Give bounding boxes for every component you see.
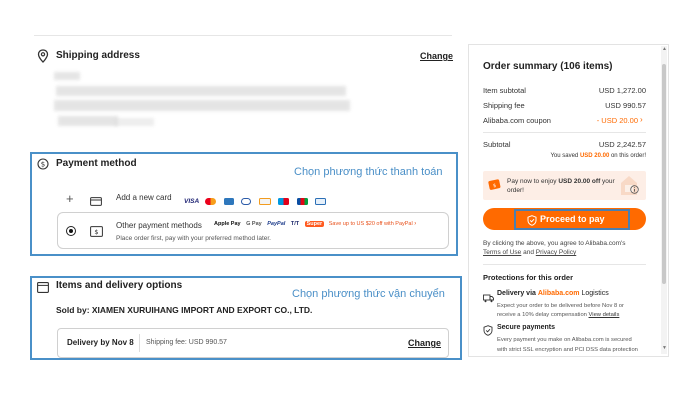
- tt-logo: T/T: [290, 221, 300, 227]
- delivery-desc-2: receive a 10% delay compensation: [497, 312, 587, 318]
- unionpay-icon: [315, 198, 327, 206]
- and-text: and: [523, 249, 534, 256]
- jcb-icon: [296, 198, 308, 206]
- radio-selected[interactable]: [66, 226, 76, 236]
- secure-desc-2: with strict SSL encryption and PCI DSS d…: [497, 347, 638, 353]
- other-payment-desc: Place order first, pay with your preferr…: [116, 235, 271, 242]
- shield-check-icon: [527, 213, 537, 226]
- logistics-label: Logistics: [581, 290, 609, 297]
- pay-now-prefix: Pay now to enjoy: [507, 178, 557, 185]
- visa-logo: VISA: [184, 198, 200, 206]
- coupon-chevron-icon[interactable]: ›: [640, 115, 643, 124]
- coupon-ticket-icon: $: [488, 178, 502, 192]
- secure-payments-title: Secure payments: [497, 324, 555, 331]
- agree-links: Terms of Use and Privacy Policy: [483, 249, 576, 256]
- saved-suffix: on this order!: [610, 153, 646, 159]
- pay-now-amount: USD 20.00 off: [558, 178, 601, 185]
- dollar-circle-icon: $: [37, 157, 49, 170]
- amex-icon: [223, 198, 234, 206]
- box-icon: [37, 280, 49, 293]
- truck-icon: [483, 290, 494, 303]
- items-annotation-text: Chọn phương thức vận chuyển: [292, 288, 445, 300]
- svg-text:$: $: [94, 228, 98, 236]
- items-title: Items and delivery options: [56, 280, 183, 291]
- delivery-desc-1: Expect your order to be delivered before…: [497, 303, 624, 309]
- delivery-desc-2-line: receive a 10% delay compensation View de…: [497, 312, 619, 318]
- delivery-via-label: Delivery via: [497, 290, 536, 297]
- secure-desc-1: Every payment you make on Alibaba.com is…: [497, 337, 632, 343]
- payment-method-title: Payment method: [56, 158, 137, 169]
- item-subtotal-label: Item subtotal: [483, 86, 526, 95]
- card-icon: [90, 193, 102, 206]
- protections-title: Protections for this order: [483, 273, 574, 282]
- delivery-via-line: Delivery via Alibaba.com Logistics: [497, 290, 609, 297]
- shipping-fee-value: USD 990.57: [605, 101, 646, 110]
- top-divider: [34, 35, 452, 36]
- super-badge: Super: [304, 221, 325, 227]
- payment-annotation-text: Chọn phương thức thanh toán: [294, 166, 443, 178]
- apple-pay-logo: Apple Pay: [214, 221, 241, 227]
- scroll-up-icon[interactable]: ▲: [662, 46, 667, 52]
- paypal-logo: PayPal: [267, 221, 286, 227]
- summary-divider: [483, 132, 646, 133]
- scrollbar-thumb[interactable]: [662, 64, 666, 284]
- delivery-divider: [139, 334, 140, 352]
- info-icon[interactable]: [630, 181, 639, 194]
- blurred-address: [54, 72, 354, 134]
- view-details-link[interactable]: View details: [589, 312, 620, 318]
- other-payment-logos: Apple Pay G Pay PayPal T/T Super Save up…: [214, 221, 416, 227]
- cash-icon: $: [90, 224, 103, 237]
- plus-icon[interactable]: +: [66, 191, 74, 206]
- secure-shield-icon: [483, 323, 493, 336]
- card-logos: VISA: [184, 193, 329, 206]
- saved-line: You saved USD 20.00 on this order!: [483, 153, 646, 159]
- chevron-right-icon: ›: [414, 221, 417, 227]
- proceed-to-pay-label: Proceed to pay: [540, 214, 605, 224]
- terms-link[interactable]: Terms of Use: [483, 249, 521, 256]
- location-pin-icon: [37, 49, 49, 63]
- saved-prefix: You saved: [550, 153, 579, 159]
- add-card-label[interactable]: Add a new card: [116, 193, 172, 202]
- delivery-date: Delivery by Nov 8: [67, 338, 134, 347]
- subtotal-label: Subtotal: [483, 140, 511, 149]
- alibaba-logistics-brand: Alibaba.com: [537, 290, 580, 297]
- item-subtotal-value: USD 1,272.00: [598, 86, 646, 95]
- maestro-icon: [278, 198, 290, 206]
- coupon-label: Alibaba.com coupon: [483, 116, 551, 125]
- agree-text: By clicking the above, you agree to Alib…: [483, 240, 626, 247]
- delivery-shipping-fee: Shipping fee: USD 990.57: [146, 339, 227, 346]
- subtotal-value: USD 2,242.57: [598, 140, 646, 149]
- delivery-change-link[interactable]: Change: [408, 338, 441, 348]
- shipping-change-link[interactable]: Change: [420, 51, 453, 61]
- other-payment-title: Other payment methods: [116, 221, 202, 230]
- seller-name: Sold by: XIAMEN XURUIHANG IMPORT AND EXP…: [56, 305, 313, 315]
- discover-icon: [258, 198, 271, 206]
- scroll-down-icon[interactable]: ▼: [662, 345, 667, 351]
- shipping-address-title: Shipping address: [56, 50, 140, 61]
- gpay-logo: G Pay: [246, 221, 262, 227]
- other-payment-option[interactable]: [57, 212, 449, 249]
- coupon-value[interactable]: - USD 20.00: [560, 116, 638, 125]
- privacy-link[interactable]: Privacy Policy: [536, 249, 576, 256]
- protections-divider: [483, 264, 646, 265]
- paypal-promo[interactable]: Save up to US $20 off with PayPal: [329, 221, 413, 227]
- svg-text:$: $: [41, 161, 45, 169]
- shipping-fee-label: Shipping fee: [483, 101, 525, 110]
- saved-amount: USD 20.00: [579, 153, 610, 159]
- order-summary-title: Order summary (106 items): [483, 61, 613, 72]
- pay-now-text: Pay now to enjoy USD 20.00 off your orde…: [507, 177, 619, 195]
